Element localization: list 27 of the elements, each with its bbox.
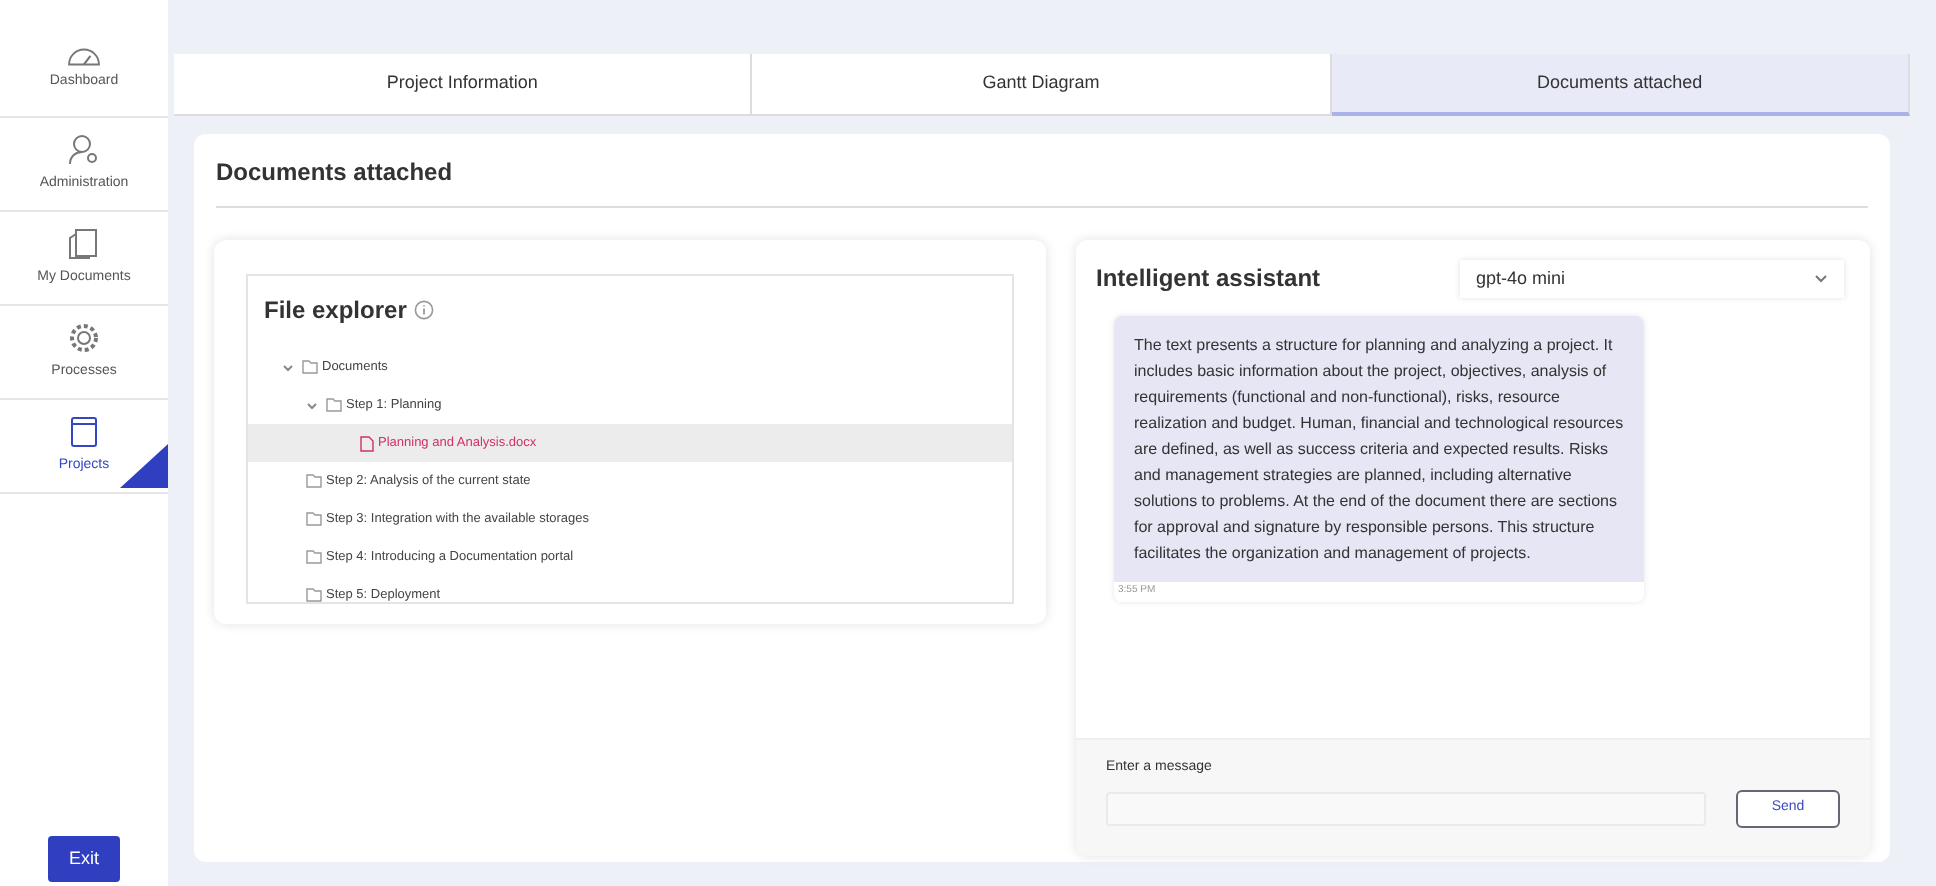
folder-icon	[306, 474, 322, 488]
folder-icon	[306, 512, 322, 526]
folder-icon	[326, 398, 342, 412]
dropdown-value: gpt-4o mini	[1476, 265, 1566, 292]
section-title: Documents attached	[216, 154, 1868, 208]
message-text: The text presents a structure for planning and analyzing a project. It includes basic information about the project, objectives, analysis of requirements (functional and non-functional), risks, resource realization and budget. Human, financial and technological resources are defined, as well as success criteria and expected results. Risks and management strategies are planned, including alternative solutions to problems. At the end of the document there are sections for approval and signature by responsible persons. This structure facilitates the organization and management of projects.	[1114, 316, 1644, 582]
file-icon	[360, 435, 374, 451]
tab[interactable]: Documents attached	[1331, 54, 1910, 116]
chevron-down-icon[interactable]	[306, 401, 318, 409]
selected-corner-marker	[120, 444, 168, 488]
user-icon	[66, 132, 102, 169]
tab[interactable]: Gantt Diagram	[752, 54, 1332, 116]
folder-icon	[66, 414, 102, 451]
folder-icon	[306, 550, 322, 564]
info-icon	[414, 300, 435, 320]
tab[interactable]: Project Information	[174, 54, 753, 116]
folder-icon	[302, 360, 318, 374]
assistant-title: Intelligent assistant	[1096, 262, 1321, 296]
file-explorer-title: File explorer	[264, 294, 407, 328]
folder-icon	[306, 588, 322, 602]
gauge-icon	[68, 47, 100, 66]
model-dropdown[interactable]: gpt-4o mini	[1460, 260, 1844, 298]
chevron-down-icon[interactable]	[282, 363, 294, 371]
document-icon	[66, 226, 102, 263]
exit-button[interactable]: Exit	[48, 835, 119, 882]
gear-icon	[66, 320, 102, 357]
chevron-down-icon	[1814, 274, 1828, 284]
